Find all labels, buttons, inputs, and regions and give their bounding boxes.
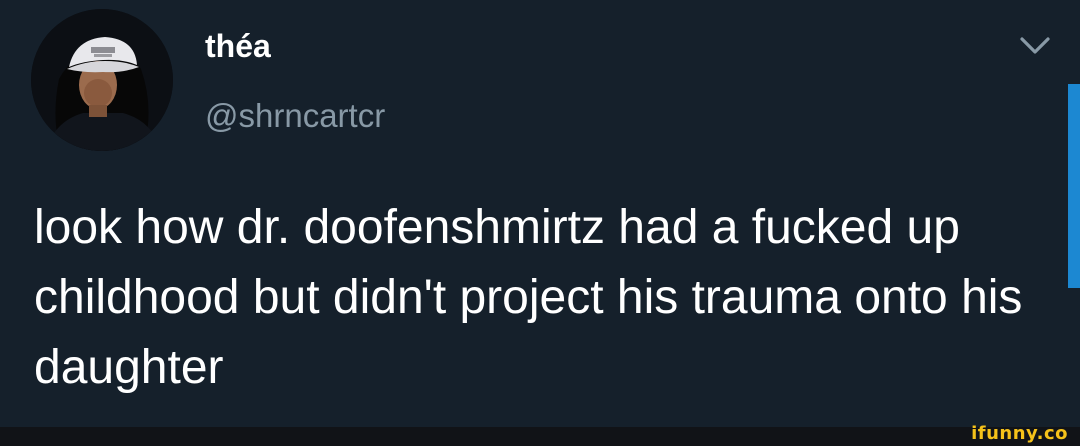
profile-photo — [31, 9, 173, 151]
avatar[interactable] — [31, 9, 173, 151]
tweet-text: look how dr. doofenshmirtz had a fucked … — [34, 201, 1023, 394]
tweet-card: théa @shrncartcr look how dr. doofenshmi… — [0, 0, 1080, 446]
scrollbar[interactable] — [1068, 84, 1080, 288]
display-name[interactable]: théa — [205, 26, 271, 66]
chevron-down-icon[interactable] — [1018, 34, 1052, 58]
watermark-logo: ifunny.co — [971, 423, 1068, 444]
user-handle[interactable]: @shrncartcr — [205, 96, 385, 136]
watermark-bar — [0, 427, 1080, 446]
